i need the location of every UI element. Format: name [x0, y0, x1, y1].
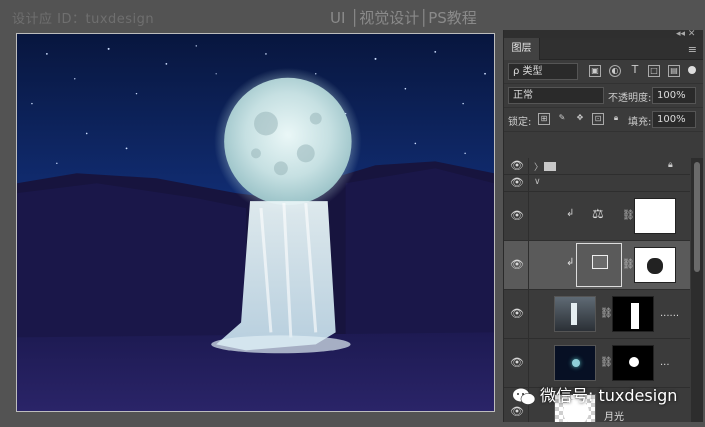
layer-name: ......: [660, 308, 680, 319]
chevron-right-icon[interactable]: 〉: [534, 160, 543, 173]
layer-waterfall[interactable]: 👁︎ ⛓ ......: [504, 290, 690, 339]
link-icon[interactable]: ⛓: [622, 259, 635, 270]
opacity-input[interactable]: 100%: [652, 87, 696, 104]
layer-group-collapsed[interactable]: 👁︎ 〉 🔒︎: [504, 158, 690, 175]
layer-moon-dark[interactable]: 👁︎ ⛓ ...: [504, 339, 690, 388]
document-canvas[interactable]: [16, 33, 495, 412]
watermark-right: UI │视觉设计│PS教程: [330, 9, 477, 27]
eye-icon[interactable]: 👁︎: [510, 259, 524, 271]
panel-tabs: 图层 ≡: [504, 38, 703, 60]
mask-thumbnail[interactable]: [612, 345, 654, 381]
type-filter-icon[interactable]: T: [629, 64, 641, 77]
lock-label: 锁定:: [508, 117, 532, 128]
link-icon[interactable]: ⛓: [622, 210, 635, 221]
layer-color-balance[interactable]: 👁︎ ↲ ⚖ ⛓: [504, 192, 690, 241]
tab-layers[interactable]: 图层: [504, 38, 540, 60]
fill-label: 填充:: [628, 117, 652, 128]
layer-name: 月光: [604, 412, 624, 422]
divider: [528, 192, 529, 240]
mask-thumbnail[interactable]: [634, 198, 676, 234]
scroll-thumb[interactable]: [694, 162, 700, 272]
blend-mode-select[interactable]: 正常: [508, 87, 604, 104]
chevron-down-icon[interactable]: ∨: [534, 177, 541, 187]
lock-transparent-icon[interactable]: ⊞: [538, 113, 550, 125]
eye-icon[interactable]: 👁︎: [510, 177, 524, 189]
divider: [528, 339, 529, 387]
panel-menu-icon[interactable]: ≡: [688, 43, 697, 56]
mask-shape: [629, 357, 639, 367]
divider: [528, 290, 529, 338]
eye-icon[interactable]: 👁︎: [510, 308, 524, 320]
filter-row: ρ 类型 ▣ ◐ T □ ▤: [504, 60, 703, 84]
layer-group-expanded[interactable]: 👁︎ ∨: [504, 175, 690, 192]
layers-panel: ◂◂ ✕ 图层 ≡ ρ 类型 ▣ ◐ T □ ▤ 正常 不透明度: 100% 锁…: [503, 29, 703, 422]
balance-icon: ⚖: [592, 207, 604, 222]
folder-icon: [544, 162, 556, 171]
lock-row: 锁定: ⊞ ✎ ✥ ⊡ 🔒︎ 填充: 100%: [504, 108, 703, 132]
layer-thumbnail[interactable]: [554, 345, 596, 381]
divider: [528, 158, 529, 174]
image-filter-icon[interactable]: ▣: [589, 65, 601, 77]
mask-thumbnail[interactable]: [612, 296, 654, 332]
scene-artwork: [17, 34, 494, 411]
lock-icon: 🔒︎: [668, 160, 673, 170]
wechat-text: 微信号: tuxdesign: [540, 386, 678, 405]
thumb-waterfall: [571, 303, 577, 325]
thumb-moon: [572, 359, 580, 367]
eye-icon[interactable]: 👁︎: [510, 357, 524, 369]
adjust-filter-icon[interactable]: ◐: [609, 65, 621, 77]
smart-filter-icon[interactable]: ▤: [668, 65, 680, 77]
lock-brush-icon[interactable]: ✎: [556, 113, 568, 125]
divider: [528, 175, 529, 191]
lock-move-icon[interactable]: ✥: [574, 113, 586, 125]
layer-thumbnail[interactable]: [554, 296, 596, 332]
levels-icon: [592, 255, 608, 269]
wechat-watermark: 微信号: tuxdesign: [512, 382, 702, 406]
link-icon[interactable]: ⛓: [600, 357, 613, 368]
top-bar: 设计应 ID：tuxdesign UI │视觉设计│PS教程: [0, 0, 705, 32]
watermark-left: 设计应 ID：tuxdesign: [12, 12, 155, 27]
layer-name: ...: [660, 357, 670, 368]
eye-icon[interactable]: 👁︎: [510, 210, 524, 222]
fill-input[interactable]: 100%: [652, 111, 696, 128]
mask-shape: [631, 303, 639, 329]
panel-header: ◂◂ ✕: [504, 29, 703, 39]
divider: [528, 241, 529, 289]
filter-kind-select[interactable]: ρ 类型: [508, 63, 578, 80]
layer-levels[interactable]: 👁︎ ↲ ⛓: [504, 241, 690, 290]
eye-icon[interactable]: 👁︎: [510, 406, 524, 418]
clip-arrow-icon: ↲: [566, 257, 575, 268]
opacity-label: 不透明度:: [608, 93, 652, 104]
mask-thumbnail[interactable]: [634, 247, 676, 283]
lock-all-icon[interactable]: 🔒︎: [610, 113, 622, 125]
eye-icon[interactable]: 👁︎: [510, 160, 524, 172]
filter-toggle-icon[interactable]: [688, 66, 696, 74]
blend-row: 正常 不透明度: 100%: [504, 84, 703, 108]
mask-shape: [647, 258, 663, 274]
lock-artboard-icon[interactable]: ⊡: [592, 113, 604, 125]
clip-arrow-icon: ↲: [566, 208, 575, 219]
shape-filter-icon[interactable]: □: [648, 65, 660, 77]
link-icon[interactable]: ⛓: [600, 308, 613, 319]
wechat-icon: [513, 388, 536, 405]
